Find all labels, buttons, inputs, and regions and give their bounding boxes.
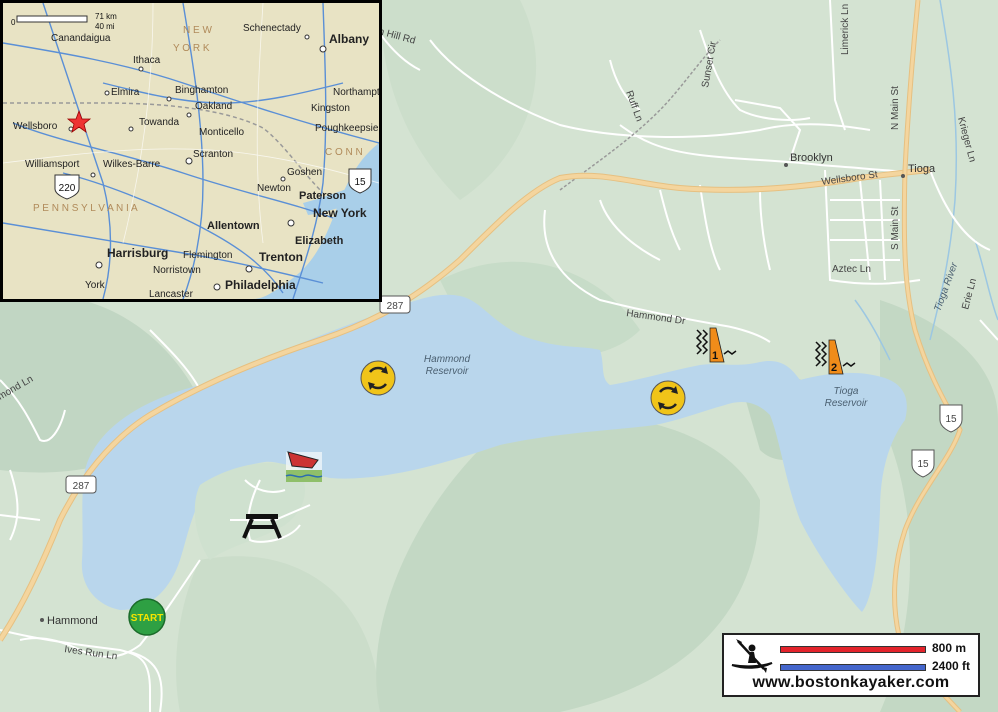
svg-text:Northampton: Northampton — [333, 87, 379, 98]
road-label-limerick-ln: Limerick Ln — [840, 4, 851, 55]
imperial-scale: 2400 ft — [780, 659, 976, 675]
svg-text:Elmira: Elmira — [111, 87, 140, 98]
inset-locator-map: 0 71 km 40 mi N E W Y O R K P E N N S Y … — [0, 0, 382, 302]
svg-text:York: York — [85, 280, 106, 291]
svg-text:Elizabeth: Elizabeth — [295, 235, 344, 247]
svg-text:New York: New York — [313, 206, 367, 220]
svg-text:Binghamton: Binghamton — [175, 85, 228, 96]
svg-text:Kingston: Kingston — [311, 103, 350, 114]
place-label-brooklyn: Brooklyn — [790, 152, 833, 164]
website-link[interactable]: www.bostonkayaker.com — [724, 674, 978, 692]
svg-text:1: 1 — [712, 350, 718, 362]
svg-text:START: START — [131, 613, 164, 624]
svg-text:Allentown: Allentown — [207, 220, 260, 232]
svg-text:71 km: 71 km — [95, 12, 117, 21]
current-eddy-icon-1[interactable] — [360, 360, 396, 396]
place-dot-tioga — [901, 174, 905, 178]
svg-text:Poughkeepsie: Poughkeepsie — [315, 123, 379, 134]
svg-text:Trenton: Trenton — [259, 250, 303, 264]
inset-state-pennsylvania: P E N N S Y L V A N I A — [33, 203, 138, 214]
metric-scale-bar — [780, 646, 926, 653]
water-label-hammond-line1: Hammond — [424, 354, 471, 365]
svg-text:Canandaigua: Canandaigua — [51, 33, 111, 44]
svg-text:Harrisburg: Harrisburg — [107, 246, 168, 260]
svg-text:Ithaca: Ithaca — [133, 55, 161, 66]
svg-text:Scranton: Scranton — [193, 149, 233, 160]
inset-state-york: Y O R K — [173, 43, 210, 54]
svg-text:287: 287 — [387, 301, 404, 312]
map-legend: 800 m 2400 ft www.bostonkayaker.com — [722, 633, 980, 697]
svg-text:0: 0 — [11, 18, 16, 27]
place-dot-hammond — [40, 618, 44, 622]
inset-state-new: N E W — [183, 25, 212, 36]
svg-text:Paterson: Paterson — [299, 190, 346, 202]
svg-text:2: 2 — [831, 362, 837, 374]
svg-text:220: 220 — [59, 183, 76, 194]
svg-text:Towanda: Towanda — [139, 117, 179, 128]
boat-launch-icon[interactable] — [285, 451, 323, 482]
svg-text:40 mi: 40 mi — [95, 22, 115, 31]
metric-scale-label: 800 m — [932, 641, 967, 655]
svg-text:Albany: Albany — [329, 32, 369, 46]
svg-text:Monticello: Monticello — [199, 127, 244, 138]
kayaker-icon — [731, 639, 773, 673]
svg-text:Flemington: Flemington — [183, 250, 232, 261]
svg-text:Schenectady: Schenectady — [243, 23, 301, 34]
route-287-shield-top: 287 — [379, 295, 411, 314]
svg-text:Wilkes-Barre: Wilkes-Barre — [103, 159, 161, 170]
road-label-s-main-st: S Main St — [890, 206, 901, 250]
svg-text:15: 15 — [945, 414, 957, 425]
place-label-tioga: Tioga — [908, 163, 936, 175]
svg-text:Oakland: Oakland — [195, 101, 232, 112]
svg-text:Goshen: Goshen — [287, 167, 322, 178]
route-287-shield-left: 287 — [65, 475, 97, 494]
metric-scale: 800 m — [780, 641, 976, 657]
svg-text:Lancaster: Lancaster — [149, 289, 194, 299]
svg-text:Newton: Newton — [257, 183, 291, 194]
start-marker[interactable]: START — [128, 598, 166, 636]
imperial-scale-label: 2400 ft — [932, 659, 971, 673]
current-eddy-icon-2[interactable] — [650, 380, 686, 416]
road-label-aztec-ln: Aztec Ln — [832, 264, 871, 275]
road-label-n-main-st: N Main St — [890, 86, 901, 130]
water-label-tioga-line2: Reservoir — [825, 398, 868, 409]
svg-text:287: 287 — [73, 481, 90, 492]
place-label-hammond: Hammond — [47, 615, 98, 627]
svg-text:Williamsport: Williamsport — [25, 159, 80, 170]
svg-text:Philadelphia: Philadelphia — [225, 278, 296, 292]
svg-text:Norristown: Norristown — [153, 265, 201, 276]
water-label-hammond-line2: Reservoir — [426, 366, 469, 377]
svg-text:15: 15 — [917, 459, 929, 470]
inset-map-drawing: 0 71 km 40 mi N E W Y O R K P E N N S Y … — [3, 3, 379, 299]
water-label-tioga-line1: Tioga — [834, 386, 859, 397]
place-dot-brooklyn — [784, 163, 788, 167]
imperial-scale-bar — [780, 664, 926, 671]
svg-text:15: 15 — [354, 177, 366, 188]
svg-text:Wellsboro: Wellsboro — [13, 121, 58, 132]
inset-state-conn: C O N N — [325, 147, 363, 158]
